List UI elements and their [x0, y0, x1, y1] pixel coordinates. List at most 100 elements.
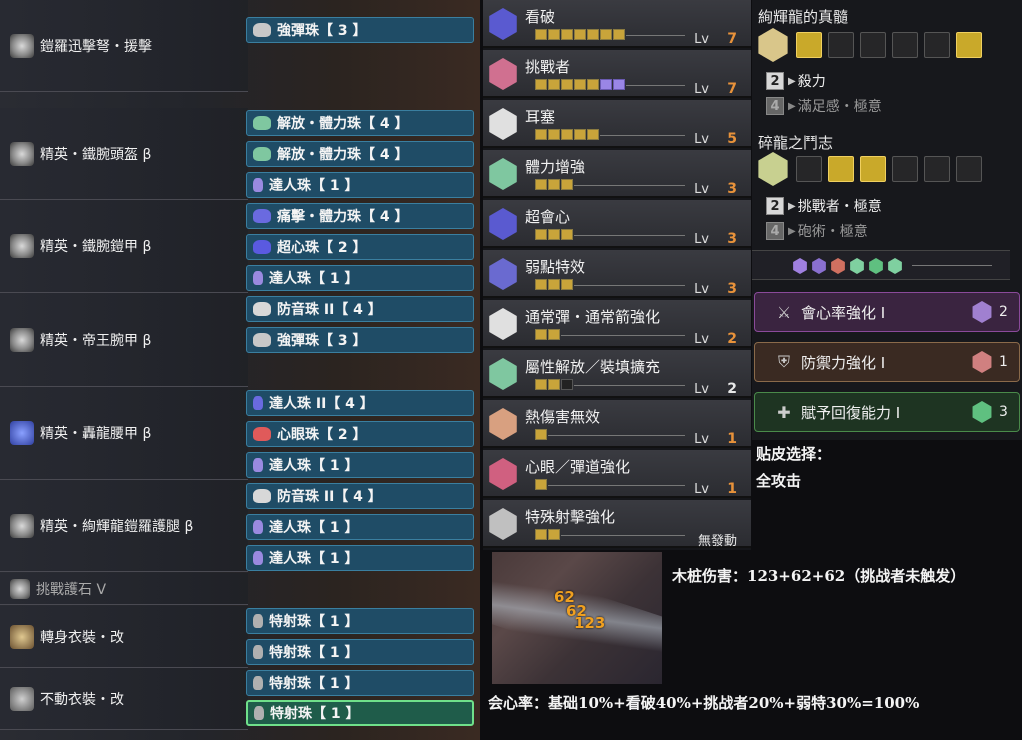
decoration-icon — [253, 147, 271, 161]
skill-level-pip — [548, 179, 560, 190]
decoration-slot[interactable]: 達人珠 II【 4 】 — [246, 390, 474, 416]
skill-level-pip — [574, 29, 586, 40]
skill-level-pip — [561, 29, 573, 40]
skill-row[interactable]: 體力增強 Lv 3 — [483, 150, 751, 198]
decoration-slot[interactable]: 特射珠【 1 】 — [246, 608, 474, 634]
decoration-slot[interactable]: 解放・體力珠【 4 】 — [246, 141, 474, 167]
skill-level-pip — [535, 279, 547, 290]
decoration-icon — [253, 645, 263, 659]
skill-row[interactable]: 弱點特效 Lv 3 — [483, 250, 751, 298]
decoration-slot[interactable]: 強彈珠【 3 】 — [246, 17, 474, 43]
arm-piece-icon — [892, 32, 918, 58]
skill-row[interactable]: 超會心 Lv 3 — [483, 200, 751, 248]
skill-inactive-label: 無發動 — [697, 534, 737, 549]
skill-row[interactable]: 挑戰者 Lv 7 — [483, 50, 751, 98]
skill-level-pip — [535, 429, 547, 440]
helmet-icon — [10, 141, 34, 166]
skill-level-label: Lv — [694, 182, 709, 197]
decoration-slot[interactable]: 超心珠【 2 】 — [246, 234, 474, 260]
skill-icon — [489, 308, 517, 340]
decoration-slot[interactable]: 達人珠【 1 】 — [246, 545, 474, 571]
skill-level-value: 3 — [727, 281, 737, 297]
decoration-label: 超心珠【 2 】 — [277, 240, 367, 256]
skill-level-label: Lv — [694, 332, 709, 347]
skill-row[interactable]: 屬性解放／裝填擴充 Lv 2 — [483, 350, 751, 398]
chest-piece-icon — [860, 156, 886, 182]
augment-slot-gem-icon — [850, 258, 864, 274]
equipment-weapon[interactable]: 鎧羅迅擊弩・援擊 — [0, 0, 248, 92]
equipment-head[interactable]: 精英・鐵腕頭盔 β — [0, 108, 248, 200]
weapon-piece-icon — [796, 156, 822, 182]
decoration-icon — [253, 302, 271, 316]
decoration-slot-selected[interactable]: 特射珠【 1 】 — [246, 700, 474, 726]
arm-armor-icon — [10, 327, 34, 352]
skill-level-value: 2 — [727, 381, 737, 397]
decoration-label: 痛擊・體力珠【 4 】 — [277, 209, 409, 225]
skill-level-pip — [535, 29, 547, 40]
equipment-name: 不動衣裝・改 — [40, 691, 124, 708]
decoration-slot[interactable]: 特射珠【 1 】 — [246, 670, 474, 696]
decoration-label: 強彈珠【 3 】 — [277, 23, 367, 39]
decoration-slot[interactable]: 達人珠【 1 】 — [246, 452, 474, 478]
decoration-slot[interactable]: 心眼珠【 2 】 — [246, 421, 474, 447]
skill-level-pip — [600, 29, 612, 40]
decoration-label: 達人珠【 1 】 — [269, 520, 359, 536]
skill-level-label: Lv — [694, 382, 709, 397]
equipment-waist[interactable]: 精英・轟龍腰甲 β — [0, 387, 248, 480]
set-bonus-skill: 滿足感・極意 — [797, 99, 882, 115]
skill-level-pip — [535, 129, 547, 140]
augment-defense[interactable]: ⛨ 防禦力強化 I 1 — [754, 342, 1020, 382]
skill-track — [574, 185, 685, 186]
skill-icon — [489, 258, 517, 290]
equipment-mantle-1[interactable]: 轉身衣裝・改 — [0, 606, 248, 668]
skill-name: 特殊射擊強化 — [525, 508, 616, 526]
set-bonus-title: 絢輝龍的真髓 — [758, 8, 849, 26]
decoration-label: 特射珠【 1 】 — [269, 676, 359, 692]
skill-level-label: Lv — [694, 232, 709, 247]
decoration-label: 達人珠 II【 4 】 — [269, 396, 374, 412]
augment-label: 會心率強化 I — [801, 303, 886, 322]
leg-piece-icon — [956, 32, 982, 58]
decoration-slot[interactable]: 達人珠【 1 】 — [246, 265, 474, 291]
equipment-arms[interactable]: 精英・帝王腕甲 β — [0, 293, 248, 387]
augment-crit[interactable]: ⚔ 會心率強化 I 2 — [754, 292, 1020, 332]
crit-rate-note: 会心率：基础10%+看破40%+挑战者20%+弱特30%=100% — [488, 694, 920, 712]
set-bonus-emblem-icon — [758, 152, 788, 186]
equipment-legs[interactable]: 精英・絢輝龍鎧羅護腿 β — [0, 480, 248, 572]
equipment-mantle-2[interactable]: 不動衣裝・改 — [0, 668, 248, 730]
sword-icon: ⚔ — [776, 302, 792, 322]
skill-row[interactable]: 通常彈・通常箭強化 Lv 2 — [483, 300, 751, 348]
decoration-slot[interactable]: 解放・體力珠【 4 】 — [246, 110, 474, 136]
augment-recovery[interactable]: ✚ 賦予回復能力 I 3 — [754, 392, 1020, 432]
decoration-slot[interactable]: 防音珠 II【 4 】 — [246, 483, 474, 509]
skill-level-label: Lv — [694, 132, 709, 147]
decoration-icon — [253, 489, 271, 503]
skill-level-pip — [535, 179, 547, 190]
equipment-charm[interactable]: 挑戰護石 V — [0, 573, 248, 605]
skill-track — [600, 135, 685, 136]
decoration-slot[interactable]: 達人珠【 1 】 — [246, 514, 474, 540]
skill-row[interactable]: 熱傷害無效 Lv 1 — [483, 400, 751, 448]
skill-level-pip — [535, 529, 547, 540]
decoration-label: 防音珠 II【 4 】 — [277, 302, 382, 318]
skill-level-label: Lv — [694, 482, 709, 497]
decoration-slot[interactable]: 防音珠 II【 4 】 — [246, 296, 474, 322]
leg-piece-icon — [956, 156, 982, 182]
upgrade-value: 全攻击 — [756, 472, 802, 490]
skill-level-pip — [548, 379, 560, 390]
augment-slot-track — [912, 265, 992, 266]
mantle-icon — [10, 686, 34, 711]
decoration-slot[interactable]: 特射珠【 1 】 — [246, 639, 474, 665]
equipment-chest[interactable]: 精英・鐵腕鎧甲 β — [0, 200, 248, 293]
skill-row[interactable]: 心眼／彈道強化 Lv 1 — [483, 450, 751, 498]
skill-level-pip — [587, 29, 599, 40]
waist-armor-icon — [10, 421, 34, 445]
skill-level-label: Lv — [694, 82, 709, 97]
decoration-label: 解放・體力珠【 4 】 — [277, 147, 409, 163]
skill-row[interactable]: 看破 Lv 7 — [483, 0, 751, 48]
decoration-slot[interactable]: 達人珠【 1 】 — [246, 172, 474, 198]
decoration-slot[interactable]: 強彈珠【 3 】 — [246, 327, 474, 353]
decoration-slot[interactable]: 痛擊・體力珠【 4 】 — [246, 203, 474, 229]
skill-row[interactable]: 耳塞 Lv 5 — [483, 100, 751, 148]
skill-row[interactable]: 特殊射擊強化無發動 — [483, 500, 751, 549]
